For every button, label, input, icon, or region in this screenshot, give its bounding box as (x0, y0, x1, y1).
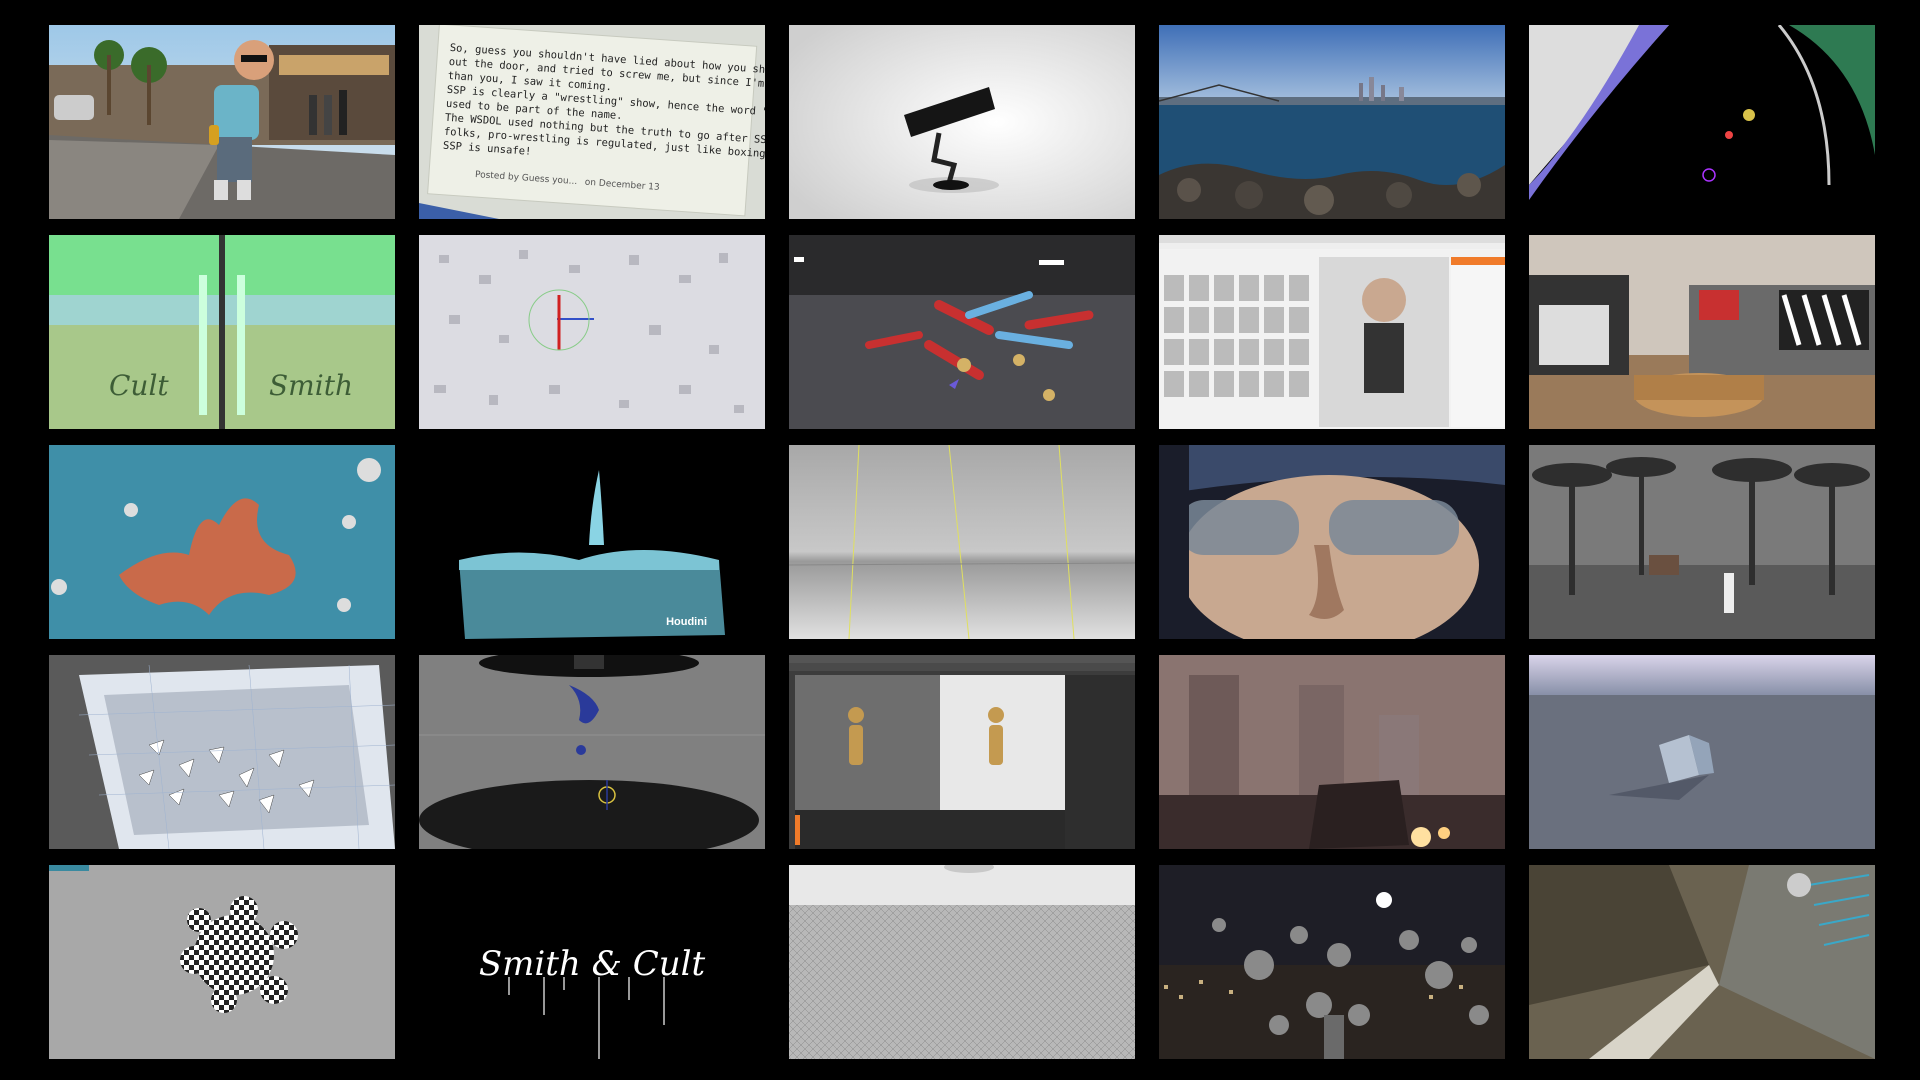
checker-sphere-image (49, 865, 395, 1059)
rig-viewport-image (419, 655, 765, 849)
thumbnail-rig-viewport[interactable] (419, 655, 765, 849)
comment-card-image: So, guess you shouldn't have lied about … (419, 25, 765, 219)
thumbnail-foggy-palms[interactable] (1529, 445, 1875, 639)
thumbnail-foggy-city[interactable] (1159, 655, 1505, 849)
thumbnail-glass-cube[interactable] (1529, 655, 1875, 849)
bottle-right-label: Smith (269, 369, 353, 402)
signature-logo-image: Smith & Cult (419, 865, 765, 1059)
thumbnail-red-splat[interactable] (49, 445, 395, 639)
living-room-image (1529, 235, 1875, 429)
thumbnail-comment-card[interactable]: So, guess you shouldn't have lied about … (419, 25, 765, 219)
thumbnail-signature-logo[interactable]: Smith & Cult (419, 865, 765, 1059)
houdini-logo: Houdini (666, 616, 707, 628)
tower-view-image (1529, 865, 1875, 1059)
thumbnail-night-spheres[interactable] (1159, 865, 1505, 1059)
thumbnail-toys-floor[interactable] (789, 235, 1135, 429)
signature-text: Smith & Cult (479, 944, 706, 984)
thumbnail-animation-software[interactable] (789, 655, 1135, 849)
thumbnail-character-ui[interactable] (1159, 235, 1505, 429)
red-splat-image (49, 445, 395, 639)
glass-cube-image (1529, 655, 1875, 849)
thumbnail-water-splash[interactable]: Houdini (419, 445, 765, 639)
character-ui-image (1159, 235, 1505, 429)
street-scene-image (49, 25, 395, 219)
thumbnail-checker-sphere[interactable] (49, 865, 395, 1059)
thumbnail-portrait-closeup[interactable] (1159, 445, 1505, 639)
video-thumbnail-grid: So, guess you shouldn't have lied about … (0, 0, 1920, 1080)
thumbnail-bottles[interactable]: Cult Smith (49, 235, 395, 429)
thumbnail-abstract-rings[interactable] (1529, 25, 1875, 219)
animation-software-image (789, 655, 1135, 849)
lamp-render-image (789, 25, 1135, 219)
water-splash-image: Houdini (419, 445, 765, 639)
thumbnail-street-scene[interactable] (49, 25, 395, 219)
thumbnail-grid-floor[interactable] (789, 865, 1135, 1059)
bottle-left-label: Cult (109, 369, 169, 402)
night-spheres-image (1159, 865, 1505, 1059)
toys-floor-image (789, 235, 1135, 429)
thumbnail-grey-room[interactable] (789, 445, 1135, 639)
bottles-image: Cult Smith (49, 235, 395, 429)
bay-bridge-image (1159, 25, 1505, 219)
grey-room-image (789, 445, 1135, 639)
thumbnail-shards-tray[interactable] (49, 655, 395, 849)
thumbnail-tower-view[interactable] (1529, 865, 1875, 1059)
thumbnail-particle-field[interactable] (419, 235, 765, 429)
portrait-closeup-image (1159, 445, 1505, 639)
thumbnail-bay-bridge[interactable] (1159, 25, 1505, 219)
grid-floor-image (789, 865, 1135, 1059)
foggy-palms-image (1529, 445, 1875, 639)
shards-tray-image (49, 655, 395, 849)
foggy-city-image (1159, 655, 1505, 849)
particle-field-image (419, 235, 765, 429)
thumbnail-living-room[interactable] (1529, 235, 1875, 429)
abstract-rings-image (1529, 25, 1875, 219)
thumbnail-lamp-render[interactable] (789, 25, 1135, 219)
